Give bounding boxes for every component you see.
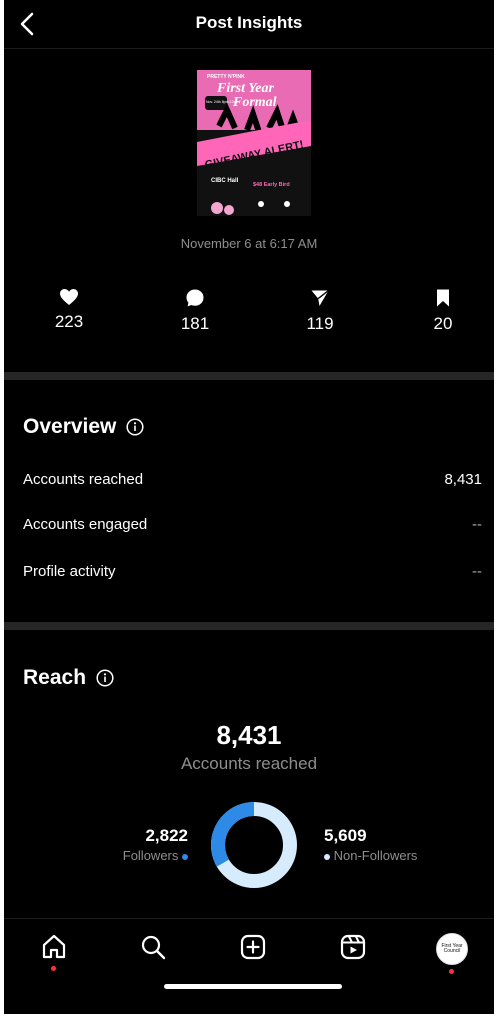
reach-total: 8,431 — [216, 720, 282, 750]
post-stats: 223 181 119 20 — [4, 288, 494, 348]
post-thumbnail[interactable]: PRETTY N'PINK First Year Formal Nov. 24t… — [197, 70, 311, 216]
notification-dot — [449, 969, 454, 974]
post-ticket-text: $48 Early Bird — [253, 182, 290, 188]
bottom-tab-bar: First Year Council — [4, 918, 494, 1014]
post-brand-text: PRETTY N'PINK — [207, 74, 245, 80]
post-title-line2: Formal — [232, 95, 277, 110]
tab-profile[interactable]: First Year Council — [434, 933, 470, 974]
non-followers-legend: 5,609 Non-Followers — [324, 826, 444, 863]
overview-row-accounts-engaged[interactable]: Accounts engaged -- — [23, 516, 482, 538]
section-divider — [4, 372, 494, 380]
followers-dot — [182, 853, 188, 860]
overview-heading: Overview — [23, 415, 117, 438]
info-icon[interactable] — [126, 418, 144, 436]
saves-stat: 20 — [398, 288, 488, 334]
create-icon — [240, 934, 266, 960]
shares-count: 119 — [306, 314, 334, 333]
section-divider — [4, 622, 494, 630]
tab-home[interactable] — [36, 933, 72, 973]
non-followers-label: Non-Followers — [333, 848, 418, 863]
home-indicator[interactable] — [164, 984, 342, 989]
overview-title: Overview — [23, 415, 144, 439]
row-label: Accounts engaged — [23, 516, 148, 533]
tab-search[interactable] — [135, 933, 171, 973]
reach-total-label: Accounts reached — [180, 754, 318, 773]
send-icon — [311, 289, 329, 306]
row-value: 8,431 — [444, 471, 482, 488]
comments-count: 181 — [180, 314, 210, 333]
bookmark-icon — [437, 289, 449, 307]
row-value: -- — [472, 516, 482, 533]
followers-legend: 2,822 Followers — [104, 826, 188, 863]
reach-donut-chart — [211, 802, 297, 888]
post-venue-text: CIBC Hall — [211, 178, 239, 184]
info-icon[interactable] — [96, 669, 114, 687]
post-title-line1: First Year — [216, 81, 274, 96]
row-label: Accounts reached — [23, 471, 144, 488]
comment-icon — [186, 289, 204, 307]
shares-stat: 119 — [275, 288, 365, 334]
followers-count: 2,822 — [145, 826, 188, 845]
row-label: Profile activity — [23, 563, 116, 580]
overview-row-profile-activity[interactable]: Profile activity -- — [23, 563, 482, 585]
likes-stat: 223 — [24, 288, 114, 332]
screen: Post Insights PRETTY N'PINK First Year F… — [4, 0, 494, 1014]
reels-icon — [340, 934, 366, 960]
tab-create[interactable] — [235, 933, 271, 973]
search-icon — [141, 935, 166, 960]
non-followers-dot — [324, 853, 330, 860]
non-followers-count: 5,609 — [324, 826, 367, 845]
top-bar: Post Insights — [4, 0, 494, 49]
comments-stat: 181 — [150, 288, 240, 334]
heart-icon — [60, 289, 78, 305]
notification-dot — [51, 966, 56, 971]
profile-avatar: First Year Council — [436, 933, 468, 965]
saves-count: 20 — [433, 314, 453, 333]
page-title: Post Insights — [195, 13, 303, 32]
reach-title: Reach — [23, 666, 114, 690]
overview-row-accounts-reached[interactable]: Accounts reached 8,431 — [23, 471, 482, 493]
post-date: November 6 at 6:17 AM — [180, 236, 318, 251]
row-value: -- — [472, 563, 482, 580]
followers-label: Followers — [122, 848, 179, 863]
tab-reels[interactable] — [335, 933, 371, 973]
home-icon — [42, 934, 66, 959]
post-date-badge: Nov. 24th 8pm-12am — [206, 100, 239, 104]
reach-heading: Reach — [23, 666, 87, 689]
likes-count: 223 — [54, 312, 84, 331]
